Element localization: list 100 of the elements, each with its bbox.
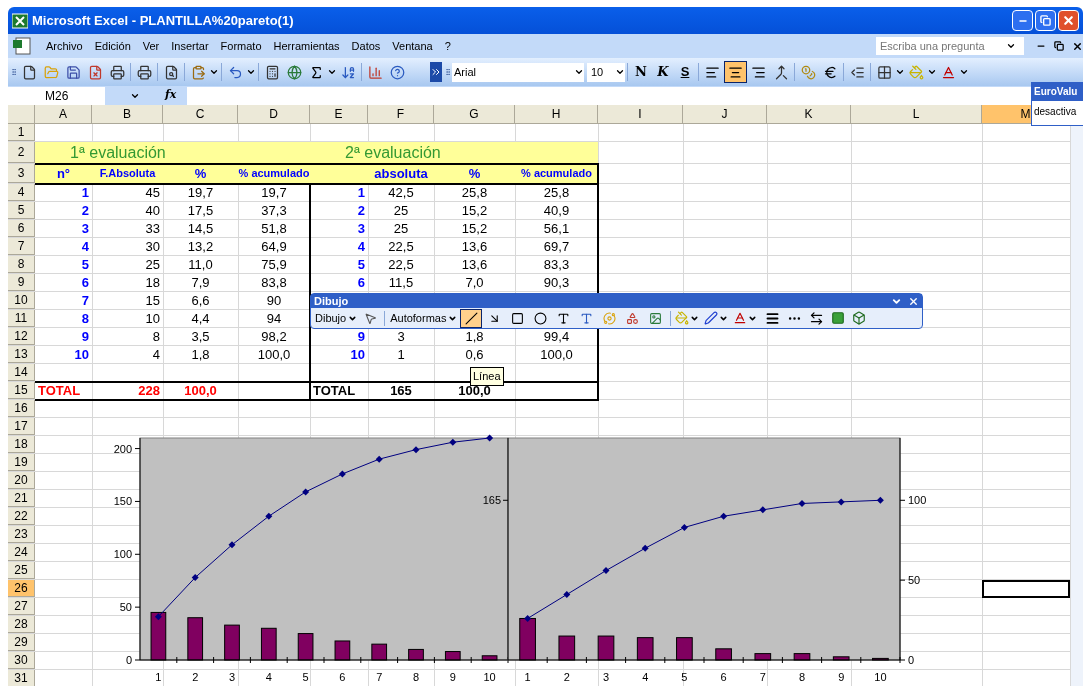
cell-value: 90,3: [543, 273, 570, 292]
category-label: 5: [302, 671, 309, 683]
cell-value: 17,5: [187, 201, 214, 220]
row-index: 2: [81, 201, 89, 220]
tick-label: 0: [908, 654, 915, 666]
cell-value: 83,8: [261, 273, 287, 292]
cell-value: 25,8: [461, 183, 488, 202]
category-label: 6: [339, 671, 346, 683]
cell-value: 19,7: [187, 183, 214, 202]
cell-value: 11,0: [188, 255, 213, 274]
cell-value: 25: [393, 219, 409, 238]
cell-value: 75,9: [261, 255, 287, 274]
row-index: 9: [357, 327, 365, 346]
axis-annotation: 165: [482, 494, 501, 507]
category-label: 7: [376, 671, 383, 683]
cell-value: 6,6: [191, 291, 210, 310]
total-value: 165: [390, 381, 412, 400]
cell-value: 13,2: [187, 237, 214, 256]
category-label: 5: [681, 671, 688, 683]
category-label: 6: [720, 671, 727, 683]
row-index: 7: [81, 291, 89, 310]
panel-text: desactiva: [1032, 101, 1083, 125]
category-label: 10: [483, 671, 496, 683]
cell-value: 56,1: [543, 219, 570, 238]
category-label: 8: [798, 671, 806, 683]
tick-label: 100: [113, 548, 132, 561]
cell-value: 15,2: [461, 201, 488, 220]
category-label: 1: [155, 671, 162, 683]
cell-value: 15: [145, 291, 160, 310]
cell-value: 90: [266, 291, 282, 310]
cell-value: 3,5: [191, 327, 210, 346]
cell-value: 4,4: [191, 309, 210, 328]
tick-label: 100: [908, 494, 927, 507]
row-index: 5: [81, 255, 89, 274]
category-label: 2: [563, 671, 570, 683]
category-label: 7: [759, 671, 766, 683]
row-index: 10: [74, 345, 89, 364]
cell-value: 22,5: [388, 255, 414, 274]
cell-value: 8: [152, 327, 160, 346]
panel-title: EuroValu: [1033, 85, 1079, 99]
row-index: 1: [357, 183, 365, 202]
column-heading: absoluta: [374, 164, 428, 183]
cell-value: 99,4: [543, 327, 570, 346]
tick-label: 200: [113, 442, 132, 455]
cell-value: 40: [145, 201, 160, 220]
cell-value: 83,3: [543, 255, 570, 274]
cell-value: 13,6: [461, 237, 488, 256]
row-index: 3: [357, 219, 365, 238]
section-title: 2ª evaluación: [345, 142, 441, 163]
row-index: 3: [81, 219, 89, 238]
category-label: 10: [874, 671, 887, 683]
category-label: 4: [642, 671, 649, 683]
cell-value: 37,3: [261, 201, 287, 220]
row-index: 2: [357, 201, 365, 220]
cell-value: 42,5: [388, 183, 414, 202]
cell-value: 14,5: [187, 219, 214, 238]
cell-value: 51,8: [261, 219, 287, 238]
section-title: 1ª evaluación: [70, 142, 166, 163]
cell-value: 3: [397, 327, 405, 346]
category-label: 9: [838, 671, 845, 683]
cell-value: 69,7: [543, 237, 570, 256]
cell-value: 64,9: [261, 237, 287, 256]
category-label: 1: [524, 671, 531, 683]
category-label: 8: [412, 671, 420, 683]
cell-value: 13,6: [461, 255, 488, 274]
cell-value: 98,2: [261, 327, 287, 346]
cell-value: 100,0: [257, 345, 291, 364]
cell-value: 19,7: [261, 183, 287, 202]
category-label: 4: [265, 671, 272, 683]
cell-value: 22,5: [388, 237, 414, 256]
tick-label: 150: [113, 495, 132, 508]
cell-value: 15,2: [461, 219, 488, 238]
window-title: Microsoft Excel - PLANTILLA%20pareto(1): [32, 11, 294, 30]
category-label: 3: [228, 671, 236, 683]
cell-value: 25: [145, 255, 160, 274]
row-index: 9: [81, 327, 89, 346]
cell-value: 4: [152, 345, 160, 364]
category-label: 2: [192, 671, 199, 683]
cell-value: 10: [145, 309, 160, 328]
row-index: 1: [81, 183, 89, 202]
total-label: TOTAL: [38, 381, 81, 400]
cell-value: 100,0: [540, 345, 573, 364]
cell-value: 45: [145, 183, 160, 202]
row-index: 6: [357, 273, 365, 292]
row-index: 8: [81, 309, 89, 328]
cell-value: 0,6: [465, 345, 484, 364]
category-label: 9: [449, 671, 456, 683]
cell-value: 94: [266, 309, 282, 328]
cell-value: 25: [393, 201, 409, 220]
row-index: 10: [350, 345, 365, 364]
cell-value: 7,9: [191, 273, 210, 292]
cell-value: 30: [145, 237, 160, 256]
column-heading: F.Absoluta: [99, 166, 156, 182]
cell-value: 25,8: [543, 183, 570, 202]
tick-label: 50: [119, 601, 132, 614]
column-heading: n°: [56, 164, 71, 183]
cell-value: 33: [145, 219, 160, 238]
cell-value: 1: [397, 345, 405, 364]
cell-value: 18: [145, 273, 160, 292]
row-index: 4: [81, 237, 89, 256]
